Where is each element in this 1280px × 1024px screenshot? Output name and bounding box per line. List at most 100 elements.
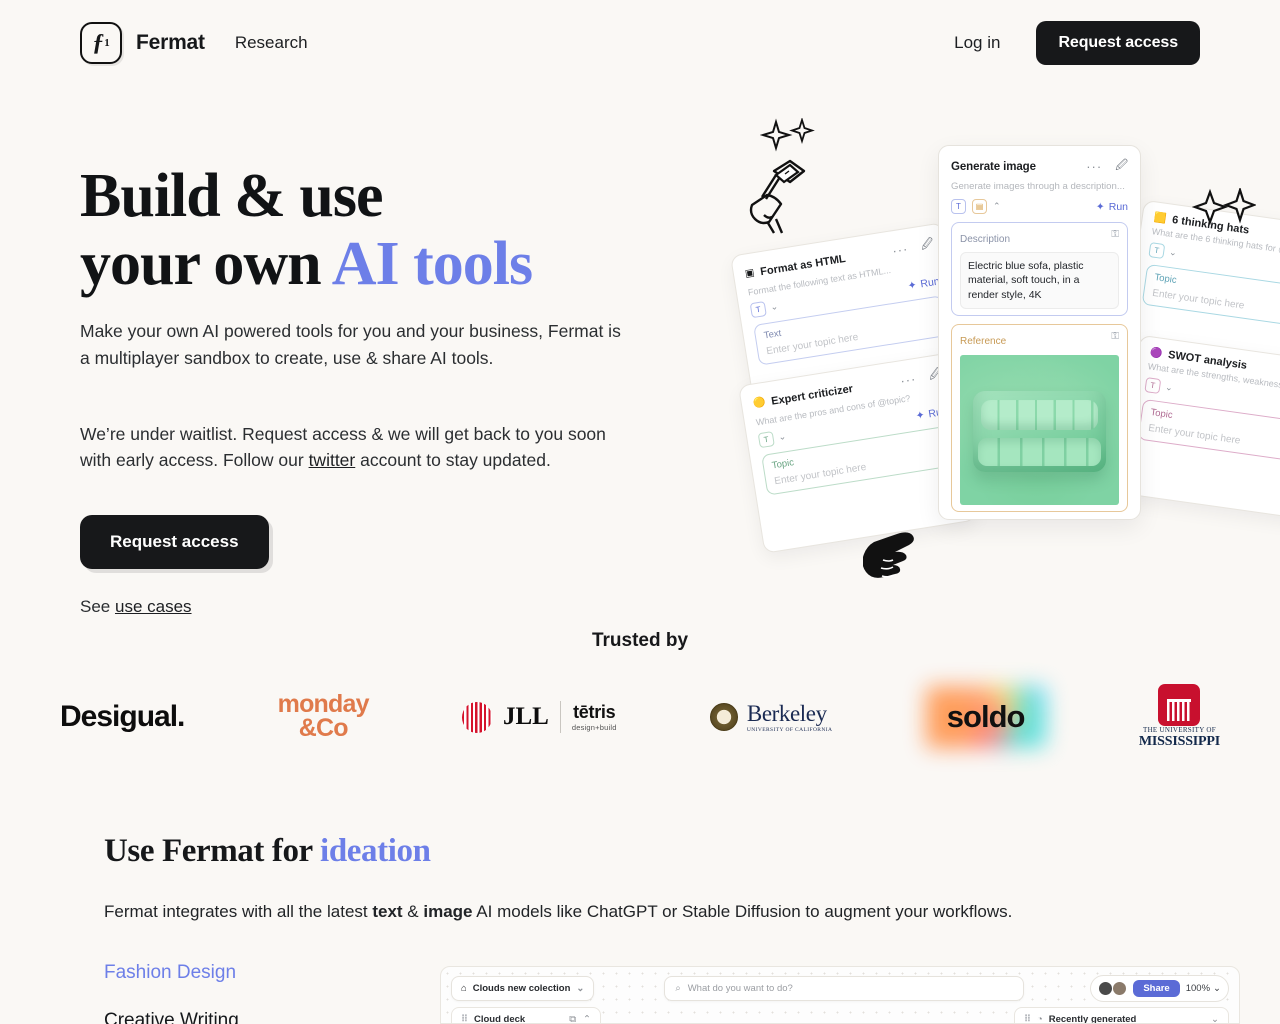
more-options-icon[interactable]: ···	[891, 241, 909, 258]
tetris-name: tētris	[573, 702, 616, 722]
chevron-down-icon: ⌄	[1213, 983, 1221, 994]
header-actions: Log in Request access	[954, 21, 1200, 65]
avatar[interactable]	[1112, 981, 1128, 996]
recently-generated-panel[interactable]: ⠿ ◔ Recently generated ⌄	[1014, 1007, 1229, 1024]
login-link[interactable]: Log in	[954, 33, 1000, 53]
card-header: Generate image ··· 🖉	[951, 156, 1128, 177]
logo-monday-and-co: monday &Co	[278, 677, 370, 757]
paperclip-icon[interactable]: 🖉	[919, 234, 935, 257]
run-button[interactable]: ✦Run	[907, 275, 941, 292]
hero-waitlist-note: We’re under waitlist. Request access & w…	[80, 421, 625, 474]
card-emoji-icon: 🟨	[1153, 211, 1168, 225]
see-prefix: See	[80, 597, 115, 617]
unlock-icon[interactable]: ⚿	[1111, 331, 1119, 342]
zoom-control[interactable]: 100% ⌄	[1186, 983, 1221, 994]
card-emoji-icon: 🟡	[752, 396, 767, 410]
clock-icon: ◔	[1036, 1014, 1043, 1024]
run-button[interactable]: ✦ Run	[1096, 201, 1128, 213]
home-icon: ⌂	[461, 983, 467, 994]
mississippi-line2: MISSISSIPPI	[1138, 734, 1220, 749]
use-cases-link[interactable]: use cases	[115, 597, 192, 616]
chevron-down-icon[interactable]: ⌄	[770, 301, 779, 313]
search-icon: ⌕	[675, 983, 681, 994]
field-label: Description	[960, 234, 1011, 245]
fermat-logo-icon: ƒ1	[80, 22, 122, 64]
card-title: Generate image	[951, 160, 1036, 173]
paperclip-icon[interactable]: 🖉	[1115, 156, 1128, 177]
run-label: Run	[1108, 200, 1128, 213]
hero-title-line1: Build & use	[80, 162, 384, 230]
brand[interactable]: ƒ1 Fermat	[80, 22, 205, 64]
description-field[interactable]: Description ⚿ Electric blue sofa, plasti…	[951, 222, 1128, 317]
tool-card-swot-analysis[interactable]: 🟣 SWOT analysis What are the strengths, …	[1117, 334, 1280, 526]
pointing-hand-doodle	[863, 532, 914, 578]
sparkle-icon: ✦	[906, 278, 918, 292]
image-tool-icon[interactable]: ▤	[972, 199, 987, 214]
drag-handle-icon[interactable]: ⠿	[461, 1014, 468, 1023]
app-preview: ⌂ Clouds new colection ⌄ ⌕ What do you w…	[440, 966, 1240, 1024]
cloud-deck-panel[interactable]: ⠿ Cloud deck ⧉ ⌃	[451, 1007, 601, 1023]
chevron-down-icon[interactable]: ⌄	[1211, 1014, 1219, 1023]
mississippi-line1: THE UNIVERSITY OF	[1143, 726, 1216, 734]
logo-jll-tetris: JLL tētris design+build	[462, 677, 617, 757]
hero-illustration: ▣ Format as HTML ··· 🖉 Format the follow…	[700, 100, 1280, 590]
sparkle-stars-doodle	[760, 118, 815, 152]
use-title-plain: Use Fermat for	[104, 833, 321, 869]
more-options-icon[interactable]: ···	[899, 371, 917, 388]
zoom-level: 100%	[1185, 983, 1211, 994]
request-access-button-header[interactable]: Request access	[1036, 21, 1200, 65]
jll-mark-icon	[462, 701, 492, 733]
text-tool-icon[interactable]: T	[1144, 377, 1162, 394]
avatar[interactable]	[1098, 981, 1114, 996]
divider	[559, 701, 561, 733]
text-tool-icon[interactable]: T	[951, 199, 966, 214]
reference-field[interactable]: Reference ⚿	[951, 324, 1128, 513]
page-title: Build & use your own AI tools	[80, 162, 680, 298]
copy-icon[interactable]: ⧉	[569, 1014, 576, 1023]
drag-handle-icon[interactable]: ⠿	[1024, 1014, 1031, 1023]
input-field-topic[interactable]: Topic Enter your topic here	[1141, 263, 1280, 334]
sub-e: AI models like ChatGPT or Stable Diffusi…	[472, 902, 1013, 921]
unlock-icon[interactable]: ⚿	[1111, 229, 1119, 240]
text-tool-icon[interactable]: T	[757, 431, 775, 449]
collection-selector[interactable]: ⌂ Clouds new colection ⌄	[451, 976, 595, 1001]
card-emoji-icon: 🟣	[1149, 346, 1164, 360]
sub-c: &	[402, 902, 424, 921]
jll-wordmark: JLL	[503, 703, 549, 730]
monday-wordmark: monday &Co	[278, 692, 370, 741]
see-use-cases-line: See use cases	[80, 597, 680, 617]
chevron-down-icon: ⌄	[576, 983, 585, 994]
chevron-down-icon[interactable]: ⌄	[778, 431, 787, 443]
presence-and-share: Share 100% ⌄	[1090, 975, 1229, 1002]
chevron-down-icon[interactable]: ⌄	[1168, 247, 1178, 259]
trusted-by-logos: Desigual. monday &Co JLL tētris design+b…	[60, 672, 1220, 762]
logo-desigual: Desigual.	[60, 677, 185, 757]
landing-page: ƒ1 Fermat Research Log in Request access…	[0, 0, 1280, 1024]
twitter-link[interactable]: twitter	[309, 450, 356, 470]
card-description: Generate images through a description...	[951, 181, 1125, 192]
use-section-title: Use Fermat for ideation	[104, 833, 1194, 870]
request-access-button-hero[interactable]: Request access	[80, 515, 269, 570]
text-tool-icon[interactable]: T	[1148, 242, 1166, 259]
chevron-up-icon[interactable]: ⌃	[583, 1014, 591, 1023]
generate-image-card[interactable]: Generate image ··· 🖉 Generate images thr…	[938, 145, 1141, 520]
panel-actions: ⧉ ⌃	[569, 1014, 591, 1023]
tetris-tagline: design+build	[571, 723, 617, 732]
share-button[interactable]: Share	[1133, 980, 1180, 997]
search-input[interactable]: ⌕ What do you want to do?	[664, 976, 1025, 1001]
card-toolbar: T ▤ ⌃ ✦ Run	[951, 199, 1128, 214]
berkeley-subtitle: UNIVERSITY OF CALIFORNIA	[746, 727, 833, 733]
description-value[interactable]: Electric blue sofa, plastic material, so…	[960, 252, 1119, 310]
logo-university-of-mississippi: THE UNIVERSITY OF MISSISSIPPI	[1139, 677, 1220, 757]
nav-item-research[interactable]: Research	[235, 33, 308, 53]
soldo-wordmark: soldo	[946, 699, 1026, 734]
more-options-icon[interactable]: ···	[1086, 159, 1102, 174]
columns-graphic	[1167, 699, 1192, 721]
berkeley-seal-icon	[709, 703, 738, 731]
sofa-render	[972, 391, 1107, 473]
chevron-down-icon[interactable]: ⌄	[1164, 382, 1174, 394]
field-label: Reference	[960, 336, 1007, 348]
chevron-up-icon[interactable]: ⌃	[993, 201, 1001, 212]
text-tool-icon[interactable]: T	[749, 301, 767, 319]
input-field-topic[interactable]: Topic Enter your topic here	[1137, 398, 1280, 469]
